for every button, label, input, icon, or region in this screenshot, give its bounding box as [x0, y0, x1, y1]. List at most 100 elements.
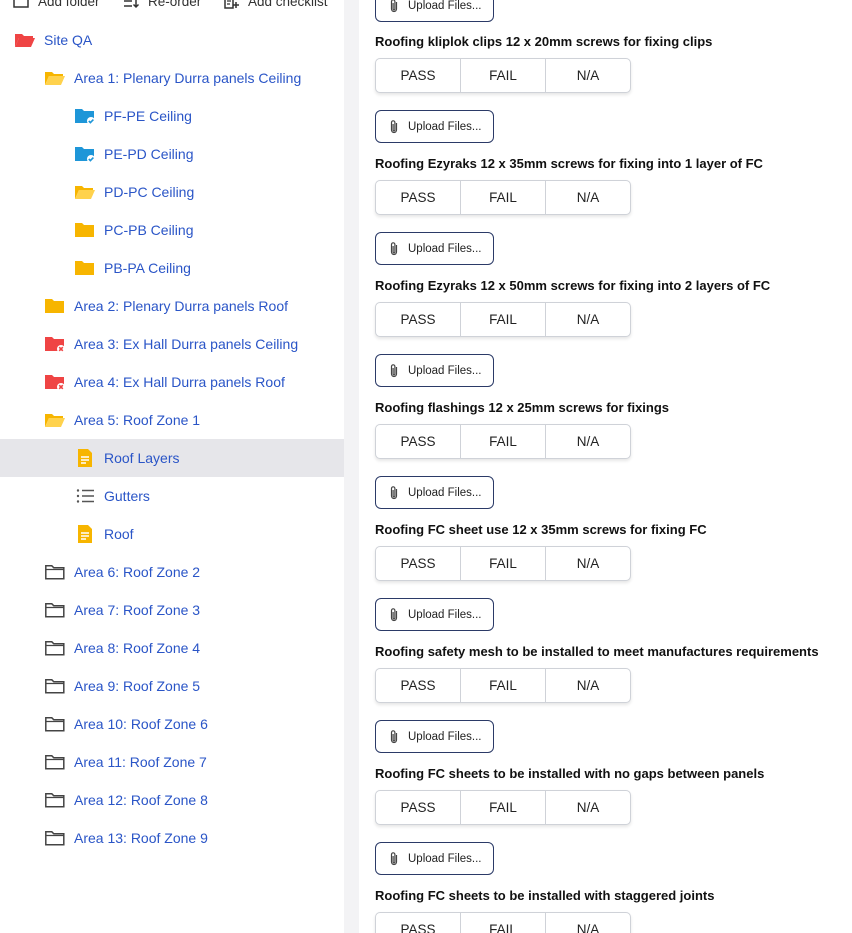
- tree-item[interactable]: PE-PD Ceiling: [0, 135, 344, 173]
- upload-files-button[interactable]: Upload Files...: [375, 354, 494, 387]
- paperclip-icon: [390, 851, 398, 865]
- na-button[interactable]: N/A: [546, 59, 630, 92]
- pass-button[interactable]: PASS: [376, 669, 461, 702]
- upload-files-button[interactable]: Upload Files...: [375, 110, 494, 143]
- tree-item[interactable]: PC-PB Ceiling: [0, 211, 344, 249]
- fail-button[interactable]: FAIL: [461, 181, 546, 214]
- tree-item-label: Area 3: Ex Hall Durra panels Ceiling: [74, 336, 299, 352]
- na-button[interactable]: N/A: [546, 791, 630, 824]
- paperclip-icon: [390, 729, 398, 743]
- upload-files-label: Upload Files...: [408, 242, 482, 255]
- na-button[interactable]: N/A: [546, 425, 630, 458]
- upload-files-label: Upload Files...: [408, 730, 482, 743]
- tree-item[interactable]: PF-PE Ceiling: [0, 97, 344, 135]
- upload-files-label: Upload Files...: [408, 852, 482, 865]
- tree-item[interactable]: Area 3: Ex Hall Durra panels Ceiling: [0, 325, 344, 363]
- tree-item-label: Area 9: Roof Zone 5: [74, 678, 201, 694]
- folder-blue-check-icon: [74, 144, 96, 164]
- document-icon: [74, 524, 96, 544]
- upload-files-button[interactable]: Upload Files...: [375, 720, 494, 753]
- folder-open-yellow-icon: [44, 410, 66, 430]
- tree-item[interactable]: Area 8: Roof Zone 4: [0, 629, 344, 667]
- tree-item[interactable]: Area 1: Plenary Durra panels Ceiling: [0, 59, 344, 97]
- upload-files-label: Upload Files...: [408, 364, 482, 377]
- question-title: Roofing kliplok clips 12 x 20mm screws f…: [375, 34, 713, 49]
- tree-item[interactable]: Gutters: [0, 477, 344, 515]
- paperclip-icon: [390, 485, 398, 499]
- folder-outline-icon: [44, 562, 66, 582]
- tree-item-label: Roof: [104, 526, 134, 542]
- question-title: Roofing FC sheet use 12 x 35mm screws fo…: [375, 522, 707, 537]
- add-folder-button[interactable]: Add folder: [12, 0, 100, 10]
- paperclip-icon: [390, 363, 398, 377]
- tree-item[interactable]: PD-PC Ceiling: [0, 173, 344, 211]
- folder-open-red-icon: [14, 30, 36, 50]
- folder-yellow-icon: [74, 258, 96, 278]
- na-button[interactable]: N/A: [546, 669, 630, 702]
- folder-outline-icon: [44, 714, 66, 734]
- tree-item[interactable]: Site QA: [0, 21, 344, 59]
- pass-button[interactable]: PASS: [376, 59, 461, 92]
- tree-item[interactable]: Area 12: Roof Zone 8: [0, 781, 344, 819]
- tree-item[interactable]: Area 7: Roof Zone 3: [0, 591, 344, 629]
- pass-fail-na-group: PASS FAIL N/A: [375, 546, 631, 581]
- fail-button[interactable]: FAIL: [461, 547, 546, 580]
- pass-fail-na-group: PASS FAIL N/A: [375, 302, 631, 337]
- fail-button[interactable]: FAIL: [461, 425, 546, 458]
- list-icon: [74, 486, 96, 506]
- upload-files-button[interactable]: Upload Files...: [375, 232, 494, 265]
- folder-yellow-icon: [74, 220, 96, 240]
- na-button[interactable]: N/A: [546, 181, 630, 214]
- upload-files-button[interactable]: Upload Files...: [375, 842, 494, 875]
- add-checklist-icon: [224, 0, 239, 9]
- upload-files-label: Upload Files...: [408, 608, 482, 621]
- reorder-button[interactable]: Re-order: [122, 0, 201, 10]
- fail-button[interactable]: FAIL: [461, 59, 546, 92]
- upload-files-button[interactable]: Upload Files...: [375, 476, 494, 509]
- folder-yellow-icon: [44, 296, 66, 316]
- tree-item[interactable]: PB-PA Ceiling: [0, 249, 344, 287]
- tree-item-label: PE-PD Ceiling: [104, 146, 194, 162]
- upload-files-button[interactable]: Upload Files...: [375, 598, 494, 631]
- na-button[interactable]: N/A: [546, 913, 630, 933]
- fail-button[interactable]: FAIL: [461, 791, 546, 824]
- panel-divider: [344, 0, 359, 933]
- pass-button[interactable]: PASS: [376, 791, 461, 824]
- fail-button[interactable]: FAIL: [461, 913, 546, 933]
- tree-item[interactable]: Area 9: Roof Zone 5: [0, 667, 344, 705]
- tree-item-label: PF-PE Ceiling: [104, 108, 192, 124]
- folder-outline-icon: [44, 752, 66, 772]
- question-title: Roofing Ezyraks 12 x 35mm screws for fix…: [375, 156, 763, 171]
- folder-red-x-icon: [44, 334, 66, 354]
- upload-files-button[interactable]: Upload Files...: [375, 0, 494, 22]
- upload-files-label: Upload Files...: [408, 120, 482, 133]
- tree-item[interactable]: Area 10: Roof Zone 6: [0, 705, 344, 743]
- tree-item[interactable]: Roof: [0, 515, 344, 553]
- tree-item[interactable]: Area 6: Roof Zone 2: [0, 553, 344, 591]
- fail-button[interactable]: FAIL: [461, 303, 546, 336]
- add-checklist-button[interactable]: Add checklist: [222, 0, 328, 10]
- document-icon: [74, 448, 96, 468]
- tree-item[interactable]: Roof Layers: [0, 439, 344, 477]
- pass-button[interactable]: PASS: [376, 913, 461, 933]
- fail-button[interactable]: FAIL: [461, 669, 546, 702]
- question-title: Roofing Ezyraks 12 x 50mm screws for fix…: [375, 278, 771, 293]
- tree-item[interactable]: Area 5: Roof Zone 1: [0, 401, 344, 439]
- tree-item[interactable]: Area 2: Plenary Durra panels Roof: [0, 287, 344, 325]
- tree-item-label: Area 6: Roof Zone 2: [74, 564, 201, 580]
- folder-blue-check-icon: [74, 106, 96, 126]
- pass-button[interactable]: PASS: [376, 425, 461, 458]
- na-button[interactable]: N/A: [546, 303, 630, 336]
- pass-fail-na-group: PASS FAIL N/A: [375, 180, 631, 215]
- na-button[interactable]: N/A: [546, 547, 630, 580]
- tree-item-label: Area 5: Roof Zone 1: [74, 412, 201, 428]
- pass-fail-na-group: PASS FAIL N/A: [375, 58, 631, 93]
- pass-button[interactable]: PASS: [376, 181, 461, 214]
- tree-item[interactable]: Area 13: Roof Zone 9: [0, 819, 344, 857]
- tree-item[interactable]: Area 4: Ex Hall Durra panels Roof: [0, 363, 344, 401]
- pass-button[interactable]: PASS: [376, 547, 461, 580]
- pass-button[interactable]: PASS: [376, 303, 461, 336]
- folder-tree-panel: Add folder Re-order Add checklist Site Q…: [0, 0, 344, 933]
- add-folder-icon: [13, 0, 29, 8]
- tree-item[interactable]: Area 11: Roof Zone 7: [0, 743, 344, 781]
